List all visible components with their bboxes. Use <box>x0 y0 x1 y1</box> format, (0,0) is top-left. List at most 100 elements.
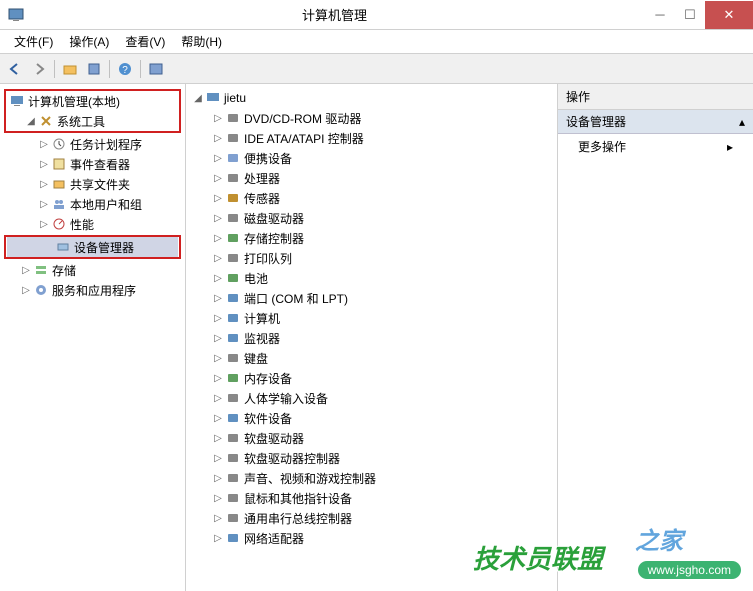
expand-icon[interactable]: ▷ <box>38 218 50 230</box>
expand-icon[interactable]: ▷ <box>212 112 224 124</box>
toolbar: ? <box>0 54 753 84</box>
device-category[interactable]: ▷计算机 <box>188 308 555 328</box>
expand-icon[interactable]: ▷ <box>212 272 224 284</box>
tree-storage[interactable]: ▷ 存储 <box>2 260 183 280</box>
device-category[interactable]: ▷便携设备 <box>188 148 555 168</box>
device-category[interactable]: ▷软盘驱动器 <box>188 428 555 448</box>
computer-icon <box>9 93 25 109</box>
expand-icon[interactable]: ▷ <box>212 432 224 444</box>
watermark: 技术员联盟 <box>473 540 653 583</box>
tree-local-users[interactable]: ▷ 本地用户和组 <box>2 194 183 214</box>
menu-file[interactable]: 文件(F) <box>6 30 61 53</box>
submenu-arrow-icon: ▸ <box>727 140 733 154</box>
watermark-url: www.jsgho.com <box>638 561 741 579</box>
device-category[interactable]: ▷人体学输入设备 <box>188 388 555 408</box>
help-button[interactable]: ? <box>114 58 136 80</box>
tree-services[interactable]: ▷ 服务和应用程序 <box>2 280 183 300</box>
expand-icon[interactable]: ▷ <box>38 138 50 150</box>
expand-icon[interactable]: ▷ <box>20 264 32 276</box>
device-category[interactable]: ▷键盘 <box>188 348 555 368</box>
expand-icon[interactable]: ▷ <box>38 178 50 190</box>
collapse-icon[interactable]: ◢ <box>192 92 204 104</box>
properties-button[interactable] <box>83 58 105 80</box>
tree-performance[interactable]: ▷ 性能 <box>2 214 183 234</box>
device-category[interactable]: ▷内存设备 <box>188 368 555 388</box>
expand-icon[interactable]: ▷ <box>212 532 224 544</box>
expand-icon[interactable]: ▷ <box>38 198 50 210</box>
tree-task-scheduler[interactable]: ▷ 任务计划程序 <box>2 134 183 154</box>
expand-icon[interactable]: ▷ <box>212 212 224 224</box>
forward-button[interactable] <box>28 58 50 80</box>
device-root[interactable]: ◢ jietu <box>188 88 555 108</box>
back-button[interactable] <box>4 58 26 80</box>
collapse-icon[interactable]: ◢ <box>25 115 37 127</box>
device-category[interactable]: ▷鼠标和其他指针设备 <box>188 488 555 508</box>
device-category[interactable]: ▷软盘驱动器控制器 <box>188 448 555 468</box>
clock-icon <box>51 136 67 152</box>
more-actions[interactable]: 更多操作 ▸ <box>558 134 753 159</box>
expand-icon[interactable]: ▷ <box>212 352 224 364</box>
close-button[interactable]: ✕ <box>705 1 753 29</box>
device-category-icon <box>225 370 241 386</box>
device-category[interactable]: ▷通用串行总线控制器 <box>188 508 555 528</box>
device-category-icon <box>225 410 241 426</box>
expand-icon[interactable]: ▷ <box>212 412 224 424</box>
minimize-button[interactable]: ─ <box>645 1 675 29</box>
device-category[interactable]: ▷磁盘驱动器 <box>188 208 555 228</box>
tree-shared-folders[interactable]: ▷ 共享文件夹 <box>2 174 183 194</box>
expand-icon[interactable]: ▷ <box>212 312 224 324</box>
device-category-icon <box>225 470 241 486</box>
device-category-icon <box>225 230 241 246</box>
device-category-icon <box>225 250 241 266</box>
maximize-button[interactable]: ☐ <box>675 1 705 29</box>
expand-icon[interactable]: ▷ <box>212 332 224 344</box>
device-category-icon <box>225 130 241 146</box>
device-category-icon <box>225 530 241 546</box>
device-category[interactable]: ▷声音、视频和游戏控制器 <box>188 468 555 488</box>
tree-device-manager[interactable]: 设备管理器 <box>7 237 178 257</box>
view-button[interactable] <box>145 58 167 80</box>
tree-event-viewer[interactable]: ▷ 事件查看器 <box>2 154 183 174</box>
services-icon <box>33 282 49 298</box>
expand-icon[interactable]: ▷ <box>212 372 224 384</box>
tree-root[interactable]: 计算机管理(本地) <box>7 91 178 111</box>
expand-icon[interactable]: ▷ <box>212 232 224 244</box>
storage-icon <box>33 262 49 278</box>
expand-icon[interactable]: ▷ <box>212 192 224 204</box>
device-category-icon <box>225 350 241 366</box>
actions-panel: 操作 设备管理器 ▴ 更多操作 ▸ <box>558 84 753 591</box>
device-category[interactable]: ▷软件设备 <box>188 408 555 428</box>
device-category[interactable]: ▷存储控制器 <box>188 228 555 248</box>
folder-up-button[interactable] <box>59 58 81 80</box>
device-category[interactable]: ▷IDE ATA/ATAPI 控制器 <box>188 128 555 148</box>
device-category[interactable]: ▷端口 (COM 和 LPT) <box>188 288 555 308</box>
expand-icon[interactable]: ▷ <box>20 284 32 296</box>
expand-icon[interactable]: ▷ <box>212 492 224 504</box>
expand-icon[interactable]: ▷ <box>212 472 224 484</box>
expand-icon[interactable]: ▷ <box>212 252 224 264</box>
expand-icon[interactable]: ▷ <box>212 512 224 524</box>
menu-help[interactable]: 帮助(H) <box>173 30 230 53</box>
menu-view[interactable]: 查看(V) <box>117 30 173 53</box>
actions-section[interactable]: 设备管理器 ▴ <box>558 110 753 134</box>
expand-icon[interactable]: ▷ <box>212 152 224 164</box>
device-category[interactable]: ▷电池 <box>188 268 555 288</box>
tree-system-tools[interactable]: ◢ 系统工具 <box>7 111 178 131</box>
expand-icon[interactable]: ▷ <box>212 172 224 184</box>
share-icon <box>51 176 67 192</box>
menu-actions[interactable]: 操作(A) <box>61 30 117 53</box>
device-category-icon <box>225 270 241 286</box>
device-category[interactable]: ▷传感器 <box>188 188 555 208</box>
expand-icon[interactable]: ▷ <box>38 158 50 170</box>
expand-icon[interactable]: ▷ <box>212 392 224 404</box>
left-tree-panel: 计算机管理(本地) ◢ 系统工具 ▷ 任务计划程序 ▷ 事件查看器 ▷ 共享文件… <box>0 84 186 591</box>
device-icon <box>55 239 71 255</box>
expand-icon[interactable]: ▷ <box>212 292 224 304</box>
expand-icon[interactable]: ▷ <box>212 452 224 464</box>
expand-icon[interactable]: ▷ <box>212 132 224 144</box>
device-category[interactable]: ▷处理器 <box>188 168 555 188</box>
device-category[interactable]: ▷监视器 <box>188 328 555 348</box>
app-icon <box>8 7 24 23</box>
device-category[interactable]: ▷DVD/CD-ROM 驱动器 <box>188 108 555 128</box>
device-category[interactable]: ▷打印队列 <box>188 248 555 268</box>
